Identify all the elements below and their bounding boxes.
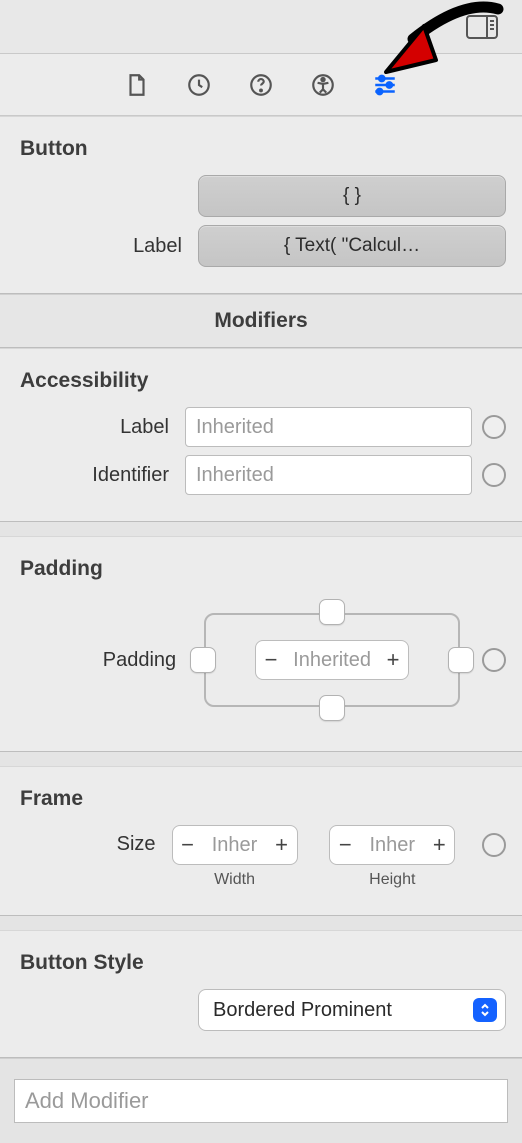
accessibility-label-radio[interactable]	[482, 415, 506, 439]
section-frame: Frame Size − Inher + Width − Inher + Hei…	[0, 766, 522, 916]
add-modifier-input[interactable]	[14, 1079, 508, 1123]
section-accessibility: Accessibility Label Identifier	[0, 348, 522, 522]
button-style-value: Bordered Prominent	[213, 999, 392, 1022]
button-action-closure[interactable]: { }	[198, 175, 506, 217]
padding-field: Padding	[16, 649, 182, 672]
button-label-closure[interactable]: { Text( "Calcul…	[198, 225, 506, 267]
button-style-dropdown[interactable]: Bordered Prominent	[198, 989, 506, 1031]
section-title-button: Button	[20, 137, 506, 161]
frame-radio[interactable]	[482, 833, 506, 857]
padding-value[interactable]: Inherited	[286, 641, 378, 679]
attributes-tab-icon[interactable]	[372, 72, 398, 98]
padding-bottom-checkbox[interactable]	[319, 695, 345, 721]
frame-width-increment[interactable]: +	[267, 826, 297, 864]
frame-height-stepper[interactable]: − Inher +	[329, 825, 455, 865]
padding-value-stepper[interactable]: − Inherited +	[255, 640, 409, 680]
padding-left-checkbox[interactable]	[190, 647, 216, 673]
frame-width-sublabel: Width	[214, 871, 255, 889]
accessibility-label-field: Label	[16, 416, 175, 439]
section-title-frame: Frame	[20, 787, 506, 811]
padding-increment[interactable]: +	[378, 641, 408, 679]
help-tab-icon[interactable]	[248, 72, 274, 98]
padding-decrement[interactable]: −	[256, 641, 286, 679]
frame-size-field: Size	[16, 825, 162, 856]
section-button-style: Button Style Bordered Prominent	[0, 930, 522, 1058]
section-title-padding: Padding	[20, 557, 506, 581]
frame-width-value[interactable]: Inher	[203, 826, 267, 864]
accessibility-identifier-input[interactable]	[185, 455, 472, 495]
add-modifier-area	[0, 1058, 522, 1143]
section-title-button-style: Button Style	[20, 951, 506, 975]
frame-height-increment[interactable]: +	[424, 826, 454, 864]
inspector-tabstrip	[0, 54, 522, 116]
history-tab-icon[interactable]	[186, 72, 212, 98]
section-padding: Padding Padding − Inherited +	[0, 536, 522, 752]
modifiers-header: Modifiers	[0, 294, 522, 348]
accessibility-tab-icon[interactable]	[310, 72, 336, 98]
chevron-updown-icon	[473, 998, 497, 1022]
frame-height-sublabel: Height	[369, 871, 415, 889]
section-title-accessibility: Accessibility	[20, 369, 506, 393]
padding-radio[interactable]	[482, 648, 506, 672]
frame-width-stepper[interactable]: − Inher +	[172, 825, 298, 865]
file-tab-icon[interactable]	[124, 72, 150, 98]
sidebar-toggle-icon[interactable]	[466, 14, 498, 40]
padding-top-checkbox[interactable]	[319, 599, 345, 625]
accessibility-identifier-field: Identifier	[16, 464, 175, 487]
section-button: Button { } Label { Text( "Calcul…	[0, 116, 522, 294]
accessibility-label-input[interactable]	[185, 407, 472, 447]
button-label-field: Label	[16, 235, 188, 258]
frame-width-decrement[interactable]: −	[173, 826, 203, 864]
padding-editor: − Inherited +	[192, 595, 472, 725]
padding-right-checkbox[interactable]	[448, 647, 474, 673]
frame-height-value[interactable]: Inher	[360, 826, 424, 864]
accessibility-identifier-radio[interactable]	[482, 463, 506, 487]
frame-height-decrement[interactable]: −	[330, 826, 360, 864]
